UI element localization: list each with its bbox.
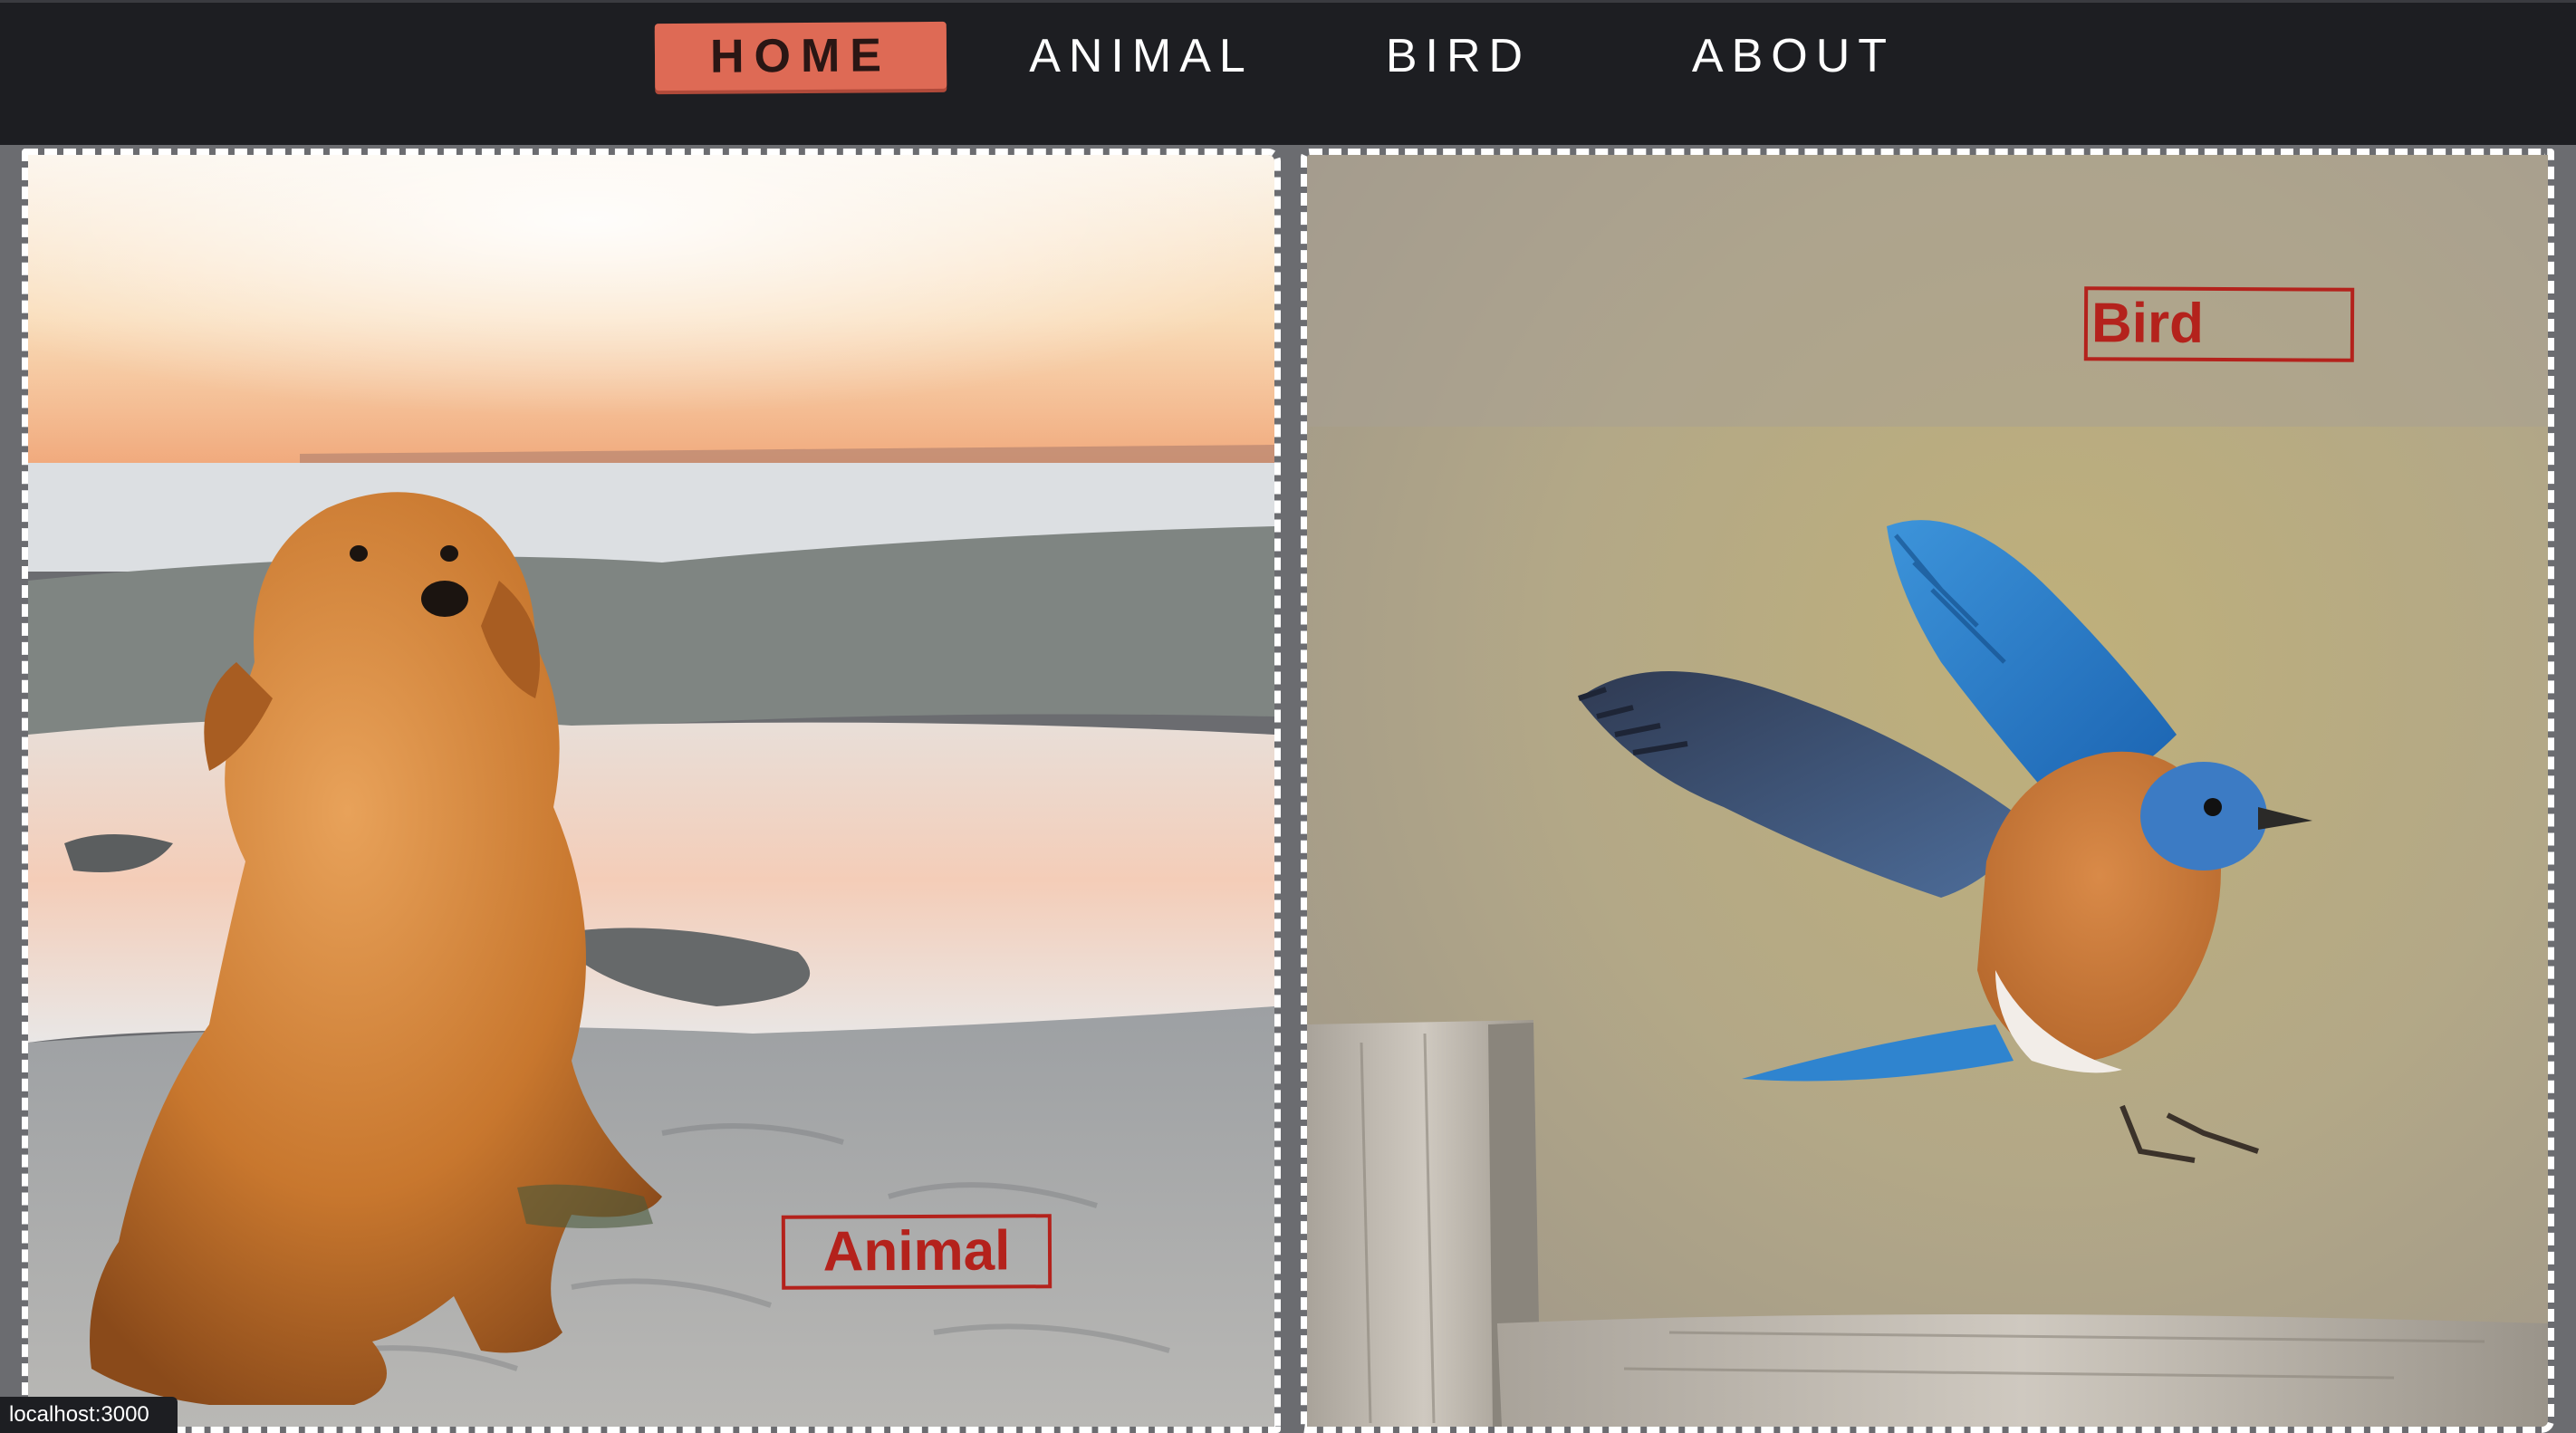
top-navigation-bar: HOME ANIMAL BIRD ABOUT bbox=[0, 0, 2576, 145]
dog-on-beach-image bbox=[28, 155, 1274, 1427]
nav-home-tab[interactable]: HOME bbox=[654, 21, 947, 91]
nav-about-tab[interactable]: ABOUT bbox=[1658, 23, 1929, 90]
main-nav: HOME ANIMAL BIRD ABOUT bbox=[0, 3, 2576, 148]
animal-label[interactable]: Animal bbox=[781, 1214, 1053, 1290]
card-gallery: Animal Bird bbox=[0, 145, 2576, 1433]
bluebird-image bbox=[1307, 155, 2548, 1427]
animal-card[interactable]: Animal bbox=[22, 149, 1281, 1433]
bird-card[interactable]: Bird bbox=[1301, 149, 2554, 1433]
bird-label[interactable]: Bird bbox=[2083, 286, 2355, 362]
nav-animal-tab[interactable]: ANIMAL bbox=[1014, 23, 1268, 90]
status-bar-url: localhost:3000 bbox=[0, 1397, 178, 1433]
nav-bird-tab[interactable]: BIRD bbox=[1359, 23, 1558, 90]
